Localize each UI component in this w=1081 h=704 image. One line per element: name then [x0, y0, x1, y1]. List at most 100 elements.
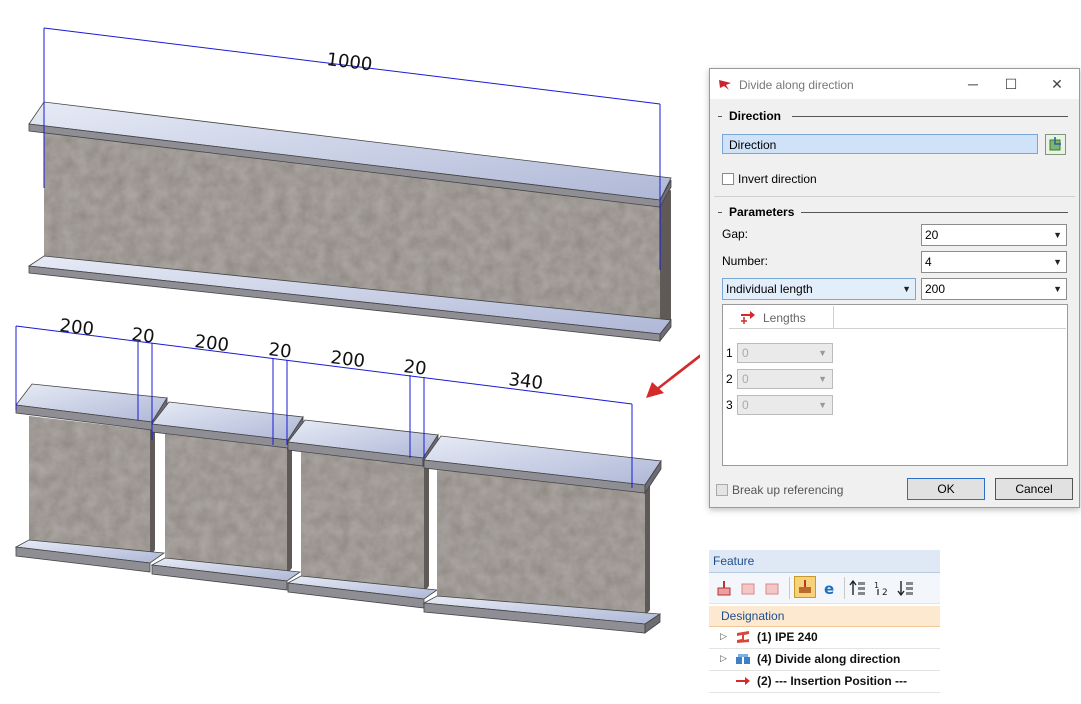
direction-field[interactable]: Direction [722, 134, 1038, 154]
individual-length-combo[interactable]: 200 ▼ [921, 278, 1067, 300]
segment-dimension-label: 200 [58, 315, 95, 340]
feature-panel: Feature e 12 Designation ▷ (1) IPE 240 ▷… [709, 550, 940, 704]
designation-column-header[interactable]: Designation [709, 606, 940, 627]
section-divider [801, 212, 1068, 213]
maximize-button[interactable]: ☐ [996, 73, 1026, 95]
browser-e-icon[interactable]: e [821, 579, 839, 597]
divide-along-direction-dialog: Divide along direction ─ ☐ ✕ Direction D… [709, 68, 1080, 508]
break-up-referencing-checkbox[interactable] [716, 484, 728, 496]
chevron-down-icon: ▼ [818, 348, 827, 358]
segment-dimension-label: 20 [267, 339, 292, 363]
lengths-tab-label: Lengths [763, 311, 806, 325]
segment-beam-2[interactable] [150, 401, 304, 591]
number-value: 4 [925, 255, 932, 269]
length-mode-value: Individual length [726, 282, 813, 296]
svg-text:2: 2 [882, 588, 888, 597]
segment-dimension-label: 340 [507, 369, 544, 394]
feature-panel-header: Feature [709, 550, 940, 573]
segment-beam-3[interactable] [286, 419, 439, 609]
segment-dimension-label: 20 [402, 356, 427, 380]
individual-length-value: 200 [925, 282, 946, 296]
group-separator [714, 196, 1075, 197]
feature-active-toggle[interactable] [794, 576, 816, 598]
gap-combo[interactable]: 20 ▼ [921, 224, 1067, 246]
feature-row-label: (4) Divide along direction [757, 652, 901, 666]
svg-text:e: e [824, 580, 834, 597]
beam-scene[interactable]: 1000 200 20 200 20 200 20 340 [0, 0, 700, 704]
chevron-down-icon: ▼ [1053, 257, 1062, 267]
chevron-down-icon: ▼ [902, 284, 911, 294]
feature-row-insertion[interactable]: (2) --- Insertion Position --- [709, 671, 940, 693]
expand-icon[interactable]: ▷ [720, 631, 727, 642]
length-mode-select[interactable]: Individual length ▼ [722, 278, 916, 300]
ipe-beam-icon [737, 631, 749, 643]
length-row-cell: 0 ▼ [737, 395, 833, 415]
top-beam[interactable] [27, 101, 672, 343]
sort-down-icon[interactable] [897, 579, 915, 597]
close-button[interactable]: ✕ [1042, 73, 1072, 95]
length-row-cell: 0 ▼ [737, 343, 833, 363]
number-combo[interactable]: 4 ▼ [921, 251, 1067, 273]
feature-recalc-icon[interactable] [715, 579, 733, 597]
length-row-cell: 0 ▼ [737, 369, 833, 389]
feature-step-back-icon[interactable] [763, 579, 781, 597]
section-divider [718, 212, 722, 213]
sort-numeric-icon[interactable]: 12 [873, 579, 891, 597]
dialog-title: Divide along direction [739, 78, 854, 92]
chevron-down-icon: ▼ [1053, 230, 1062, 240]
svg-text:1: 1 [874, 581, 879, 590]
feature-row-label: (2) --- Insertion Position --- [757, 674, 907, 688]
chevron-down-icon: ▼ [1053, 284, 1062, 294]
feature-row-ipe[interactable]: ▷ (1) IPE 240 [709, 627, 940, 649]
chevron-down-icon: ▼ [818, 374, 827, 384]
divide-icon [736, 654, 750, 664]
length-row-value: 0 [742, 372, 749, 386]
minimize-button[interactable]: ─ [958, 73, 988, 95]
gap-value: 20 [925, 228, 939, 242]
lengths-header-filler [834, 306, 1066, 329]
parameters-section-title: Parameters [729, 205, 795, 219]
designation-label: Designation [721, 609, 785, 623]
feature-row-label: (1) IPE 240 [757, 630, 818, 644]
direction-pick-button[interactable] [1045, 134, 1066, 155]
break-up-referencing-label: Break up referencing [732, 483, 844, 497]
length-row-value: 0 [742, 398, 749, 412]
toolbar-separator [789, 577, 790, 599]
chevron-down-icon: ▼ [818, 400, 827, 410]
sort-up-icon[interactable] [849, 579, 867, 597]
section-divider [792, 116, 1068, 117]
segment-dimension-label: 20 [130, 324, 155, 348]
section-divider [718, 116, 722, 117]
feature-toolbar: e 12 [709, 573, 940, 604]
gap-label: Gap: [722, 227, 749, 241]
length-row-index: 1 [726, 346, 733, 360]
app-icon [718, 77, 732, 91]
length-row-index: 3 [726, 398, 733, 412]
direction-section-title: Direction [729, 109, 782, 123]
pointer-arrow-tail [670, 354, 700, 381]
lengths-tab[interactable]: Lengths [729, 306, 834, 329]
cancel-button[interactable]: Cancel [995, 478, 1073, 500]
segment-beam-1[interactable] [14, 383, 168, 573]
insertion-arrow-icon [736, 677, 750, 685]
segment-dimension-label: 200 [193, 331, 230, 356]
pick-direction-icon [1049, 137, 1061, 151]
toolbar-separator [844, 577, 845, 599]
top-dimension-label: 1000 [325, 49, 373, 75]
feature-insert-icon [799, 580, 811, 593]
length-row-value: 0 [742, 346, 749, 360]
dialog-titlebar: Divide along direction ─ ☐ ✕ [710, 69, 1079, 99]
lengths-arrow-icon [741, 311, 755, 324]
invert-direction-label: Invert direction [738, 172, 817, 186]
feature-row-divide[interactable]: ▷ (4) Divide along direction [709, 649, 940, 671]
invert-direction-checkbox[interactable] [722, 173, 734, 185]
feature-panel-title: Feature [713, 554, 755, 568]
segment-dimension-label: 200 [329, 347, 366, 372]
ok-button[interactable]: OK [907, 478, 985, 500]
lengths-table[interactable]: Lengths 1 0 ▼ 2 0 ▼ 3 0 ▼ [722, 304, 1068, 466]
length-row-index: 2 [726, 372, 733, 386]
expand-icon[interactable]: ▷ [720, 653, 727, 664]
feature-step-icon[interactable] [739, 579, 757, 597]
number-label: Number: [722, 254, 769, 268]
segment-beam-4[interactable] [422, 435, 662, 634]
